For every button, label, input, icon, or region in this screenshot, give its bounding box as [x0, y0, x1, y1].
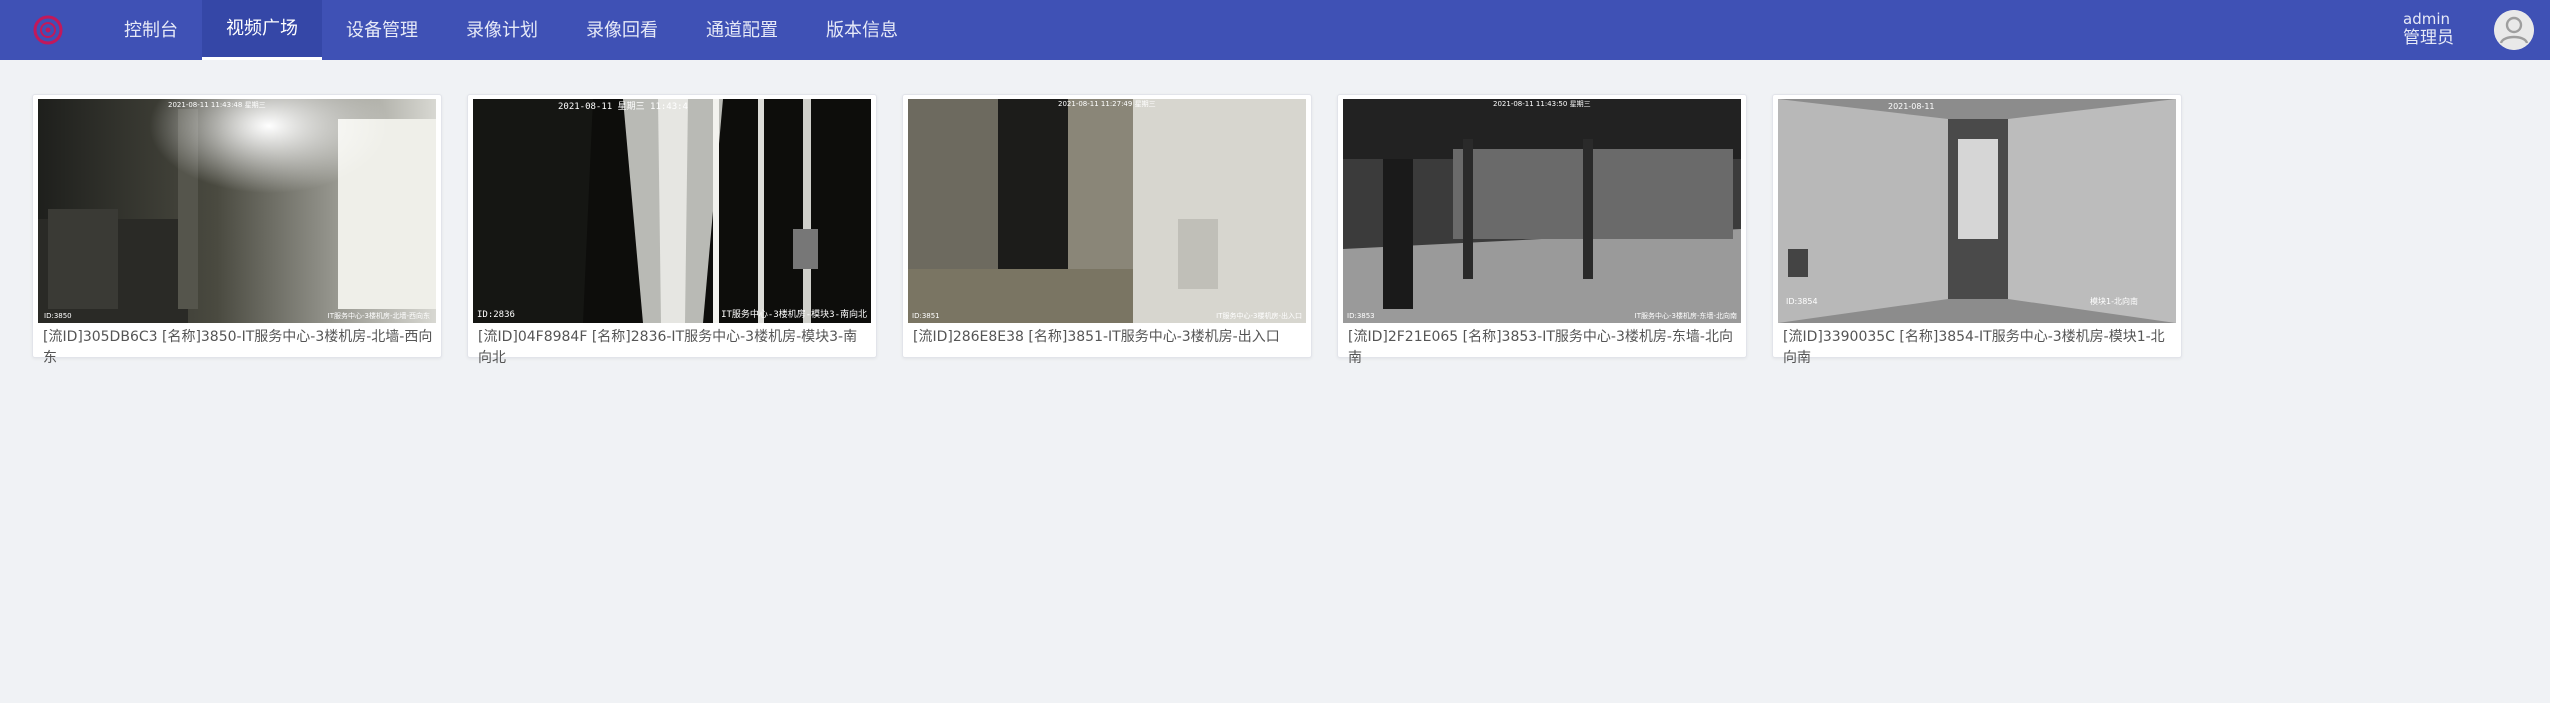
video-card[interactable]: 2021-08-11 11:27:49 星期三 ID:3851 IT服务中心-3… [902, 94, 1312, 358]
user-role: 管理员 [2403, 28, 2454, 48]
video-thumbnail[interactable]: 2021-08-11 ID:3854 模块1-北向南 [1778, 99, 2176, 323]
video-card[interactable]: 2021-08-11 11:43:50 星期三 ID:3853 IT服务中心-3… [1337, 94, 1747, 366]
video-card[interactable]: 2021-08-11 11:43:48 星期三 ID:3850 IT服务中心-3… [32, 94, 442, 366]
osd-label: IT服务中心-3楼机房-出入口 [1216, 311, 1302, 320]
logo-icon[interactable] [32, 14, 64, 46]
video-card[interactable]: 2021-08-11 ID:3854 模块1-北向南 [流ID]3390035C… [1772, 94, 2182, 366]
osd-timestamp: 2021-08-11 [1888, 102, 1935, 111]
video-caption: [流ID]3390035C [名称]3854-IT服务中心-3楼机房-模块1-北… [1783, 329, 2165, 366]
video-caption: [流ID]305DB6C3 [名称]3850-IT服务中心-3楼机房-北墙-西向… [43, 329, 433, 366]
video-thumbnail[interactable]: 2021-08-11 11:43:50 星期三 ID:3853 IT服务中心-3… [1343, 99, 1741, 323]
osd-timestamp: 2021-08-11 11:43:48 星期三 [168, 101, 266, 109]
osd-label: IT服务中心-3楼机房-模块3-南向北 [721, 308, 867, 320]
nav-item-console[interactable]: 控制台 [100, 0, 202, 60]
nav-item-recording-plan[interactable]: 录像计划 [442, 0, 562, 60]
nav-item-version-info[interactable]: 版本信息 [802, 0, 922, 60]
osd-id: ID:3853 [1347, 312, 1375, 320]
osd-id: ID:3850 [44, 312, 72, 320]
osd-label: IT服务中心-3楼机房-北墙-西向东 [328, 311, 430, 320]
video-card[interactable]: 2021-08-11 星期三 11:43:4 ID:2836 IT服务中心-3楼… [467, 94, 877, 366]
video-caption: [流ID]2F21E065 [名称]3853-IT服务中心-3楼机房-东墙-北向… [1348, 329, 1733, 366]
nav-item-device-management[interactable]: 设备管理 [322, 0, 442, 60]
osd-timestamp: 2021-08-11 星期三 11:43:4 [558, 101, 688, 112]
user-menu[interactable]: admin 管理员 [2403, 10, 2454, 48]
video-thumbnail[interactable]: 2021-08-11 11:27:49 星期三 ID:3851 IT服务中心-3… [908, 99, 1306, 323]
video-caption: [流ID]04F8984F [名称]2836-IT服务中心-3楼机房-模块3-南… [478, 329, 858, 366]
video-thumbnail[interactable]: 2021-08-11 星期三 11:43:4 ID:2836 IT服务中心-3楼… [473, 99, 871, 323]
osd-label: IT服务中心-3楼机房-东墙-北向南 [1635, 311, 1737, 320]
main-nav: 控制台 视频广场 设备管理 录像计划 录像回看 通道配置 版本信息 [100, 0, 922, 60]
osd-id: ID:3854 [1786, 297, 1818, 306]
video-caption: [流ID]286E8E38 [名称]3851-IT服务中心-3楼机房-出入口 [913, 329, 1280, 345]
video-thumbnail[interactable]: 2021-08-11 11:43:48 星期三 ID:3850 IT服务中心-3… [38, 99, 436, 323]
osd-timestamp: 2021-08-11 11:43:50 星期三 [1493, 100, 1591, 108]
nav-item-channel-config[interactable]: 通道配置 [682, 0, 802, 60]
osd-timestamp: 2021-08-11 11:27:49 星期三 [1058, 100, 1156, 108]
osd-id: ID:2836 [477, 310, 515, 320]
osd-id: ID:3851 [912, 312, 940, 320]
nav-item-video-square[interactable]: 视频广场 [202, 0, 322, 60]
user-avatar-icon[interactable] [2494, 10, 2534, 50]
nav-item-recording-playback[interactable]: 录像回看 [562, 0, 682, 60]
osd-label: 模块1-北向南 [2090, 296, 2138, 306]
user-name: admin [2403, 10, 2450, 28]
top-navbar: 控制台 视频广场 设备管理 录像计划 录像回看 通道配置 版本信息 admin … [0, 0, 2550, 60]
